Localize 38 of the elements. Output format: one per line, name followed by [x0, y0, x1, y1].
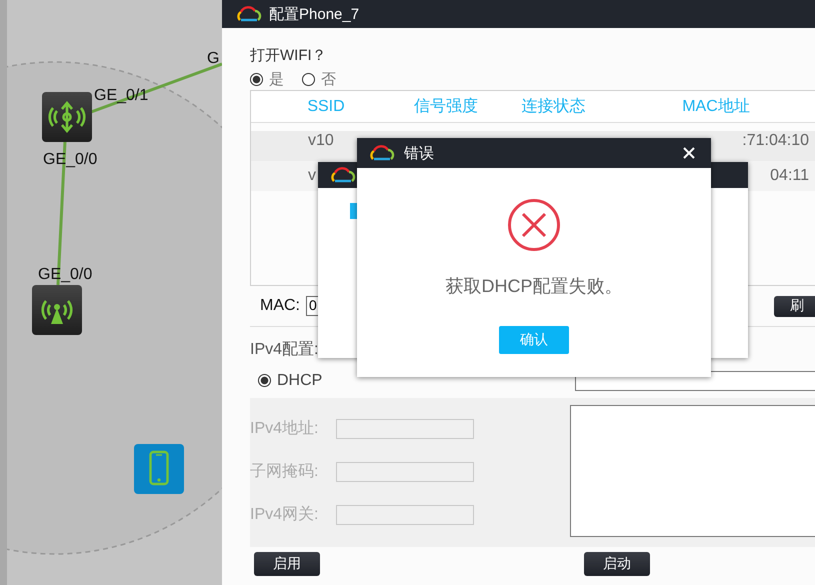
radio-icon[interactable]	[302, 72, 315, 86]
field-label: 子网掩码:	[250, 462, 320, 482]
column-header: SSID	[306, 98, 346, 116]
table-cell: 04:11	[770, 168, 809, 184]
radio-label: 是	[269, 70, 284, 88]
radio-button[interactable]: 是	[250, 70, 284, 88]
cloud-logo-icon	[368, 144, 396, 162]
radio-icon[interactable]	[250, 72, 263, 86]
close-icon[interactable]	[683, 147, 695, 159]
column-header: MAC地址	[681, 96, 751, 117]
field-label: IPv4网关:	[250, 504, 320, 525]
radio-button[interactable]: 否	[302, 70, 336, 88]
window-title: 配置Phone_7	[269, 4, 360, 24]
input-field[interactable]	[336, 462, 474, 482]
error-message: 获取DHCP配置失败。	[445, 275, 622, 298]
table-cell: v10	[308, 133, 334, 149]
wifi-question: 打开WIFI？	[250, 46, 328, 66]
refresh-button[interactable]: 刷	[774, 296, 815, 316]
dialog-title: 错误	[404, 144, 434, 162]
input-field[interactable]	[336, 504, 474, 524]
action-button[interactable]: 启用	[254, 552, 320, 576]
router-icon[interactable]	[42, 92, 92, 142]
radio-label: 否	[321, 70, 336, 88]
input-field[interactable]	[336, 418, 474, 438]
table-cell: v	[308, 168, 316, 184]
cloud-logo-icon	[329, 166, 357, 184]
cloud-logo-icon	[235, 5, 263, 23]
port-label: G	[207, 50, 220, 68]
field-label: IPv4地址:	[250, 418, 320, 439]
access-point-icon[interactable]	[32, 285, 82, 335]
table-cell: :71:04:10	[742, 133, 809, 149]
column-header: 连接状态	[520, 96, 586, 117]
radio-label: DHCP	[277, 372, 322, 390]
error-icon	[507, 198, 561, 252]
ipv4-config-label: IPv4配置:	[250, 340, 318, 360]
mac-label: MAC:	[260, 297, 300, 315]
column-header: 信号强度	[413, 96, 479, 117]
action-button[interactable]: 启动	[584, 552, 650, 576]
